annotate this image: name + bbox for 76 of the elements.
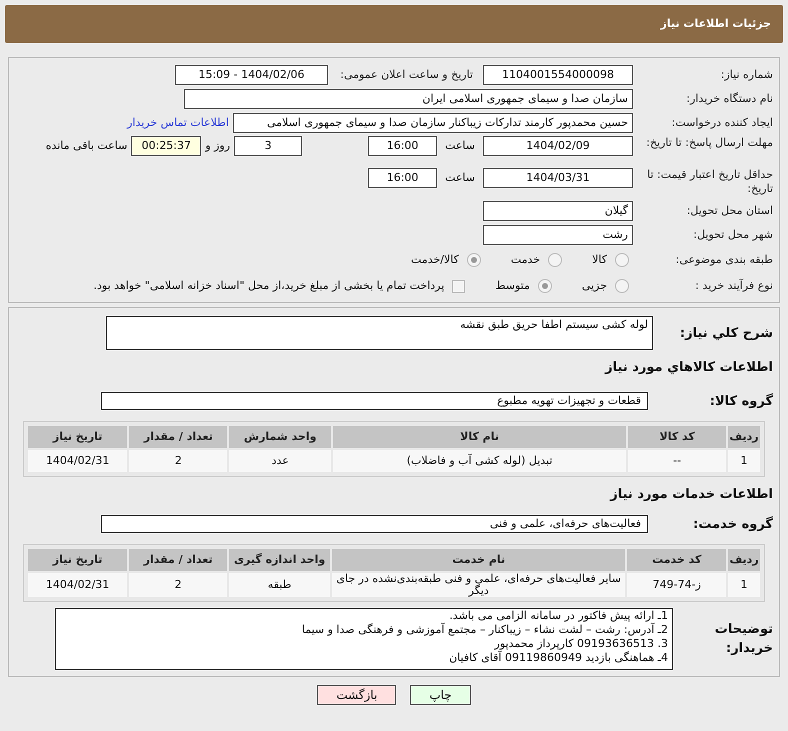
- field-label: حداقل تاریخ اعتبار قیمت: تا تاریخ:: [646, 168, 773, 196]
- buyer-contact-link[interactable]: اطلاعات تماس خریدار: [127, 114, 229, 132]
- text-field[interactable]: حسین محمدپور کارمند تدارکات زیباکنار سازمان صدا و سیمای جمهوری اسلامی: [233, 113, 633, 133]
- table-cell: تبدیل (لوله کشی آب و فاضلاب): [332, 450, 626, 472]
- table-cell: --: [628, 450, 726, 472]
- column-header: واحد اندازه گیری: [229, 549, 330, 571]
- radio-button[interactable]: [466, 253, 481, 267]
- field-label: شماره نیاز:: [720, 68, 773, 82]
- remaining-label: ساعت باقی مانده: [46, 138, 128, 154]
- text-field[interactable]: 3: [234, 136, 302, 156]
- field-label: نام دستگاه خریدار:: [685, 92, 773, 106]
- column-header: کد خدمت: [627, 549, 726, 571]
- radio-label: کالا/خدمت: [411, 252, 459, 268]
- field-label: نوع فرآیند خرید :: [694, 279, 773, 293]
- section-title: اطلاعات خدمات مورد نیاز: [608, 486, 774, 504]
- field-label: تاریخ و ساعت اعلان عمومی:: [339, 68, 473, 82]
- section-title: اطلاعات کالاهاي مورد نياز: [604, 359, 774, 377]
- checkbox[interactable]: [452, 280, 466, 292]
- remaining-time-field[interactable]: 00:25:37: [131, 136, 202, 156]
- table-cell: 1: [728, 450, 760, 472]
- text-field[interactable]: گیلان: [483, 201, 633, 221]
- field-label: شهر محل تحویل:: [692, 228, 773, 242]
- text-field[interactable]: 1104001554000098: [483, 65, 633, 85]
- column-header: ردیف: [728, 549, 760, 571]
- column-header: نام خدمت: [332, 549, 626, 571]
- radio-label: خدمت: [510, 252, 540, 268]
- table-cell: 1: [728, 573, 760, 597]
- radio-button[interactable]: [615, 253, 629, 267]
- field-label: طبقه بندی موضوعی:: [674, 253, 773, 267]
- radio-label: متوسط: [495, 278, 530, 294]
- description-textarea[interactable]: لوله کشی سیستم اطفا حریق طبق نقشه: [106, 316, 653, 350]
- radio-label: کالا: [592, 252, 607, 268]
- page-title: جزئیات اطلاعات نیاز: [660, 16, 771, 32]
- text-field[interactable]: 1404/02/06 - 15:09: [175, 65, 328, 85]
- text-field[interactable]: 16:00: [368, 168, 438, 188]
- table-cell: 1404/02/31: [28, 450, 128, 472]
- field-label: گروه خدمت:: [692, 515, 773, 534]
- time-label: ساعت: [445, 170, 475, 186]
- text-field[interactable]: 1404/02/09: [483, 136, 633, 156]
- column-header: تعداد / مقدار: [129, 426, 228, 448]
- column-header: واحد شمارش: [229, 426, 331, 448]
- days-label: روز و: [205, 138, 230, 154]
- time-label: ساعت: [445, 138, 475, 154]
- print-button[interactable]: چاپ: [410, 685, 471, 705]
- column-header: نام کالا: [332, 426, 626, 448]
- radio-button[interactable]: [538, 279, 552, 293]
- field-label: ایجاد کننده درخواست:: [670, 116, 773, 130]
- field-label: گروه کالا:: [708, 392, 773, 410]
- column-header: تاریخ نیاز: [28, 549, 128, 571]
- back-button[interactable]: بازگشت: [317, 685, 396, 705]
- buyer-notes-textarea[interactable]: 1ـ ارائه پیش فاکتور در سامانه الزامی می باشد. 2ـ آدرس: رشت – لشت نشاء – زیباکنار – مجتمع آموزشی و فرهنگی صدا و سیما 3. 09193636513 کارپرداز محمدپور 4ـ هماهنگی بازدید 09119860949 آقای کافیان: [55, 608, 673, 670]
- table-cell: 2: [129, 450, 228, 472]
- table-cell: ز-74-749: [627, 573, 726, 597]
- column-header: ردیف: [728, 426, 760, 448]
- goods-group-field[interactable]: قطعات و تجهیزات تهویه مطبوع: [101, 392, 648, 410]
- field-label: مهلت ارسال پاسخ: تا تاریخ:: [645, 136, 773, 150]
- text-field[interactable]: سازمان صدا و سیمای جمهوری اسلامی ایران: [184, 89, 633, 109]
- field-label: شرح کلي نياز:: [678, 325, 773, 343]
- checkbox-label: پرداخت تمام یا بخشی از مبلغ خرید،از محل "اسناد خزانه اسلامی" خواهد بود.: [94, 278, 444, 294]
- table-cell: طبقه: [229, 573, 330, 597]
- column-header: تعداد / مقدار: [129, 549, 228, 571]
- column-header: کد کالا: [628, 426, 726, 448]
- radio-label: جزیی: [582, 278, 607, 294]
- service-group-field[interactable]: فعالیت‌های حرفه‌ای، علمی و فنی: [101, 515, 648, 534]
- field-label: توضیحات خریدار:: [714, 620, 773, 658]
- field-label: استان محل تحویل:: [686, 204, 773, 218]
- text-field[interactable]: رشت: [483, 225, 633, 245]
- text-field[interactable]: 1404/03/31: [483, 168, 633, 188]
- radio-button[interactable]: [615, 279, 629, 293]
- column-header: تاریخ نیاز: [28, 426, 128, 448]
- table-cell: 1404/02/31: [28, 573, 128, 597]
- text-field[interactable]: 16:00: [368, 136, 438, 156]
- radio-button[interactable]: [548, 253, 562, 267]
- table-cell: سایر فعالیت‌های حرفه‌ای، علمی و فنی طبقه‌بندی‌نشده در جای دیگر: [332, 573, 626, 597]
- table-cell: 2: [129, 573, 228, 597]
- table-cell: عدد: [229, 450, 331, 472]
